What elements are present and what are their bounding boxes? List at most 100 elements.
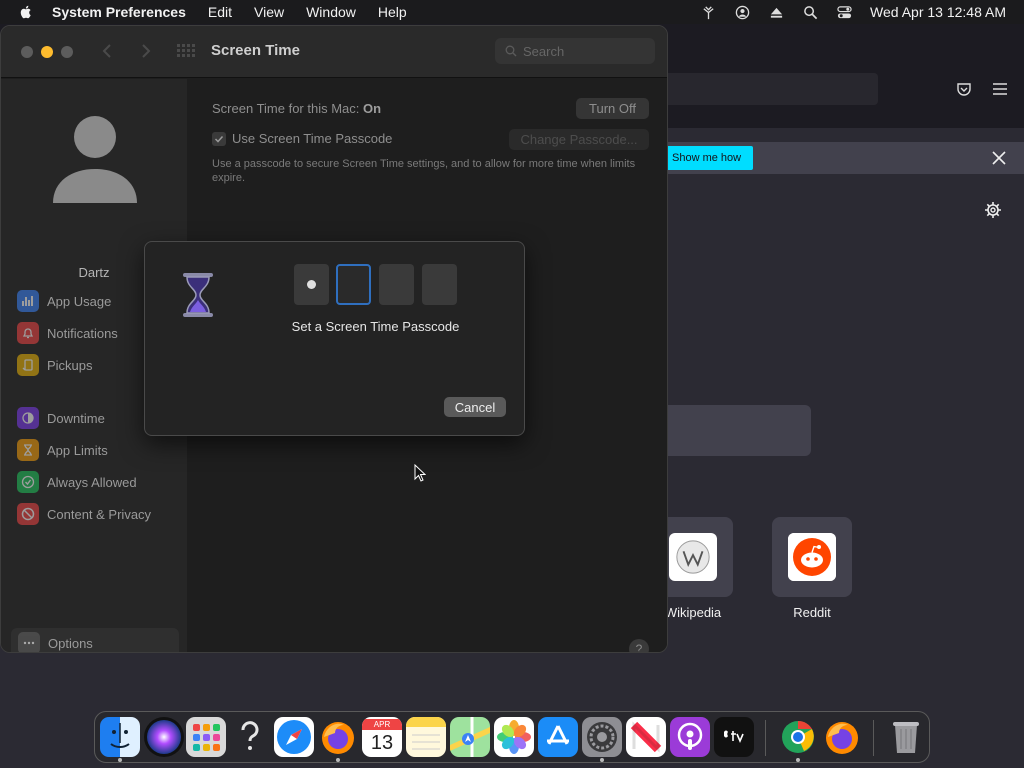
window-title: Screen Time: [211, 42, 300, 59]
site-tile: [772, 517, 852, 597]
window-minimize-button[interactable]: [41, 46, 53, 58]
dock-firefox-icon[interactable]: [318, 717, 358, 757]
passcode-digit-3: [379, 264, 414, 305]
top-site-reddit[interactable]: Reddit: [772, 517, 852, 620]
dock-trash-icon[interactable]: [886, 717, 926, 757]
pocket-icon[interactable]: [956, 81, 972, 97]
status-label: Screen Time for this Mac:: [212, 101, 360, 116]
close-icon[interactable]: [991, 150, 1007, 166]
sidebar-item-label: Content & Privacy: [47, 506, 152, 522]
running-indicator: [600, 758, 604, 762]
screen-time-status: Screen Time for this Mac: On: [212, 101, 381, 116]
status-value: On: [363, 101, 382, 116]
user-account-icon[interactable]: [734, 4, 750, 20]
dock-news-icon[interactable]: [626, 717, 666, 757]
bell-icon: [17, 322, 39, 344]
window-titlebar: Screen Time Search: [1, 26, 667, 78]
options-label: Options: [48, 635, 93, 651]
dock-finder-icon[interactable]: [100, 717, 140, 757]
sidebar-item-label: App Usage: [47, 293, 112, 309]
dock-photos-icon[interactable]: [494, 717, 534, 757]
dock-calendar-icon[interactable]: APR 13: [362, 717, 402, 757]
search-icon: [505, 45, 517, 57]
sidebar-item-app-usage[interactable]: App Usage: [17, 289, 111, 313]
use-passcode-checkbox[interactable]: [212, 131, 226, 146]
sidebar-item-content-privacy[interactable]: Content & Privacy: [17, 502, 151, 526]
calendar-day: 13: [370, 731, 394, 754]
spotlight-search-icon[interactable]: [802, 4, 818, 20]
running-indicator: [796, 758, 800, 762]
cancel-button[interactable]: Cancel: [444, 397, 506, 417]
sidebar-item-notifications[interactable]: Notifications: [17, 321, 118, 345]
sidebar-item-label: Always Allowed: [47, 474, 137, 490]
search-field[interactable]: Search: [495, 38, 655, 64]
turn-off-button[interactable]: Turn Off: [576, 98, 649, 119]
dock-separator: [873, 720, 874, 756]
sidebar-item-label: Notifications: [47, 325, 118, 341]
eject-icon[interactable]: [768, 4, 784, 20]
running-indicator: [118, 758, 122, 762]
running-indicator: [336, 758, 340, 762]
dock-tv-icon[interactable]: [714, 717, 754, 757]
sidebar-item-label: Pickups: [47, 357, 93, 373]
sidebar-item-label: App Limits: [47, 442, 108, 458]
url-bar[interactable]: [640, 73, 878, 105]
menu-view[interactable]: View: [254, 4, 284, 20]
menu-edit[interactable]: Edit: [208, 4, 232, 20]
menu-help[interactable]: Help: [378, 4, 407, 20]
downtime-icon: [17, 407, 39, 429]
dock-podcasts-icon[interactable]: [670, 717, 710, 757]
dock-notes-icon[interactable]: [406, 717, 446, 757]
dock-app-store-icon[interactable]: [538, 717, 578, 757]
menu-clock[interactable]: Wed Apr 13 12:48 AM: [870, 4, 1006, 20]
hamburger-menu-icon[interactable]: [992, 82, 1008, 96]
mouse-pointer-icon: [414, 463, 427, 482]
options-button[interactable]: Options: [11, 628, 179, 652]
dock-help-icon[interactable]: [230, 717, 270, 757]
use-passcode-label: Use Screen Time Passcode: [232, 131, 393, 146]
dock: APR 13: [94, 711, 930, 763]
change-passcode-button[interactable]: Change Passcode...: [509, 129, 649, 150]
screen-time-hourglass-icon: [181, 272, 215, 318]
dock-maps-icon[interactable]: [450, 717, 490, 757]
site-label: Reddit: [793, 605, 831, 620]
restriction-icon: [17, 503, 39, 525]
control-center-icon[interactable]: [836, 4, 852, 20]
menu-app-name[interactable]: System Preferences: [52, 4, 186, 20]
sidebar-item-app-limits[interactable]: App Limits: [17, 438, 108, 462]
dock-chrome-icon[interactable]: [778, 717, 818, 757]
checkmark-icon: [17, 471, 39, 493]
hourglass-icon: [17, 439, 39, 461]
sidebar-item-pickups[interactable]: Pickups: [17, 353, 93, 377]
passcode-digit-1: [294, 264, 329, 305]
menu-window[interactable]: Window: [306, 4, 356, 20]
menu-bar: System Preferences Edit View Window Help…: [0, 0, 1024, 24]
sidebar-item-always-allowed[interactable]: Always Allowed: [17, 470, 137, 494]
window-close-button[interactable]: [21, 46, 33, 58]
passcode-prompt: Set a Screen Time Passcode: [291, 319, 460, 334]
sidebar-item-label: Downtime: [47, 410, 105, 426]
window-zoom-button[interactable]: [61, 46, 73, 58]
dock-system-preferences-icon[interactable]: [582, 717, 622, 757]
forward-arrow-icon[interactable]: [141, 43, 155, 59]
user-avatar-icon[interactable]: [53, 115, 137, 203]
ellipsis-icon: [18, 632, 40, 652]
back-arrow-icon[interactable]: [102, 43, 116, 59]
dock-firefox-icon-2[interactable]: [822, 717, 862, 757]
show-me-how-button[interactable]: Show me how: [660, 146, 754, 170]
gear-icon[interactable]: [984, 201, 1002, 219]
show-all-grid-icon[interactable]: [177, 44, 197, 58]
apple-menu-icon[interactable]: [18, 4, 34, 20]
passcode-digit-2[interactable]: [336, 264, 371, 305]
sidebar-item-downtime[interactable]: Downtime: [17, 406, 105, 430]
dock-siri-icon[interactable]: [144, 717, 184, 757]
network-status-icon[interactable]: [700, 4, 716, 20]
dock-safari-icon[interactable]: [274, 717, 314, 757]
reddit-logo-icon: [788, 533, 836, 581]
dock-launchpad-icon[interactable]: [186, 717, 226, 757]
help-button[interactable]: ?: [629, 639, 649, 652]
passcode-sheet: Set a Screen Time Passcode Cancel: [144, 241, 525, 436]
passcode-digit-4: [422, 264, 457, 305]
bar-chart-icon: [17, 290, 39, 312]
checkmark-icon: [214, 135, 224, 143]
